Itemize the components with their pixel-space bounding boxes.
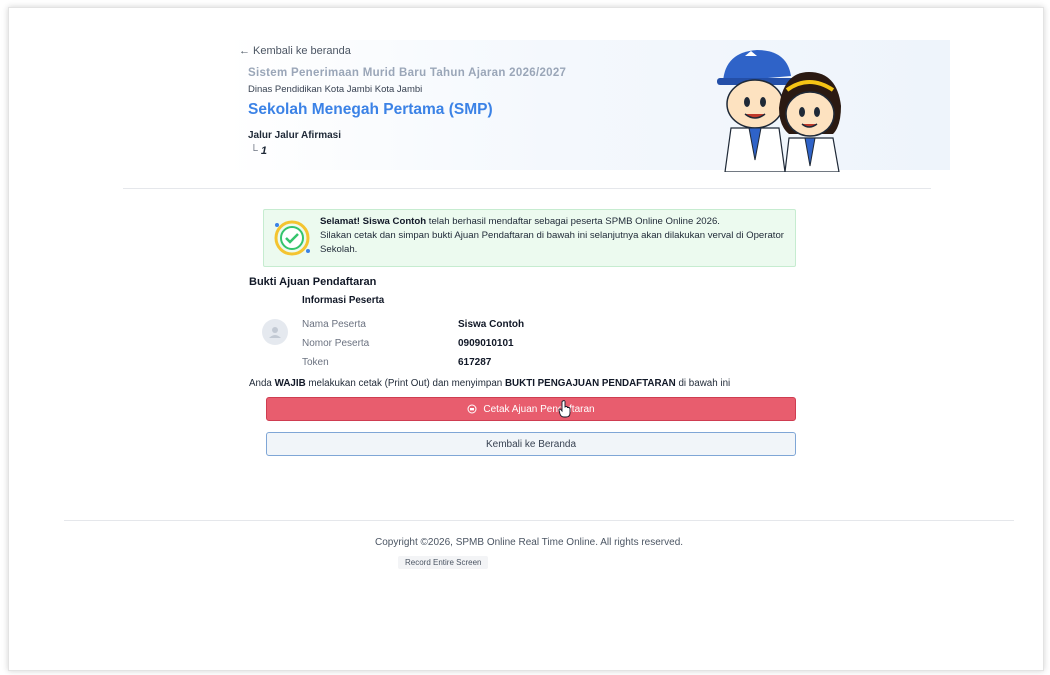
bukti-section-title: Bukti Ajuan Pendaftaran bbox=[249, 276, 377, 288]
print-icon bbox=[467, 404, 477, 414]
header-divider bbox=[123, 188, 931, 189]
notice-wajib: WAJIB bbox=[274, 378, 306, 389]
page-title: Sekolah Menegah Pertama (SMP) bbox=[248, 101, 493, 118]
check-circle-icon bbox=[274, 220, 310, 256]
student-mascot-illustration bbox=[717, 50, 841, 172]
nama-peserta-label: Nama Peserta bbox=[302, 319, 366, 330]
print-ajuan-button[interactable]: Cetak Ajuan Pendaftaran bbox=[266, 397, 796, 421]
nomor-peserta-label: Nomor Peserta bbox=[302, 338, 370, 349]
nomor-peserta-value: 0909010101 bbox=[458, 338, 514, 349]
info-peserta-title: Informasi Peserta bbox=[302, 295, 385, 306]
jalur-tree-item: └ 1 bbox=[250, 145, 267, 157]
alert-message: Selamat! Siswa Contoh telah berhasil men… bbox=[320, 215, 790, 257]
jalur-label: Jalur Jalur Afirmasi bbox=[248, 130, 342, 141]
footer-divider bbox=[64, 520, 1014, 521]
token-label: Token bbox=[302, 357, 329, 368]
notice-bukti: BUKTI PENGAJUAN PENDAFTARAN bbox=[504, 378, 676, 389]
token-value: 617287 bbox=[458, 357, 492, 368]
success-alert: Selamat! Siswa Contoh telah berhasil men… bbox=[263, 209, 796, 267]
dinas-label: Dinas Pendidikan Kota Jambi Kota Jambi bbox=[248, 84, 423, 95]
alert-student-name: Siswa Contoh bbox=[362, 216, 427, 227]
alert-line1: telah berhasil mendaftar sebagai peserta… bbox=[428, 216, 720, 227]
user-avatar-icon bbox=[262, 319, 288, 345]
print-button-label: Cetak Ajuan Pendaftaran bbox=[483, 403, 595, 415]
hand-cursor-icon bbox=[558, 400, 571, 418]
nama-peserta-value: Siswa Contoh bbox=[458, 319, 525, 330]
tree-prefix: └ bbox=[250, 145, 261, 157]
back-to-home-link[interactable]: ← Kembali ke beranda bbox=[239, 45, 351, 57]
footer-copyright: Copyright ©2026, SPMB Online Real Time O… bbox=[374, 537, 684, 548]
notice-mid: melakukan cetak (Print Out) dan menyimpa… bbox=[308, 378, 503, 389]
print-notice: Anda WAJIB melakukan cetak (Print Out) d… bbox=[249, 378, 730, 389]
tree-value: 1 bbox=[260, 145, 267, 157]
notice-pre: Anda bbox=[249, 378, 272, 389]
alert-line2: Silakan cetak dan simpan bukti Ajuan Pen… bbox=[320, 230, 784, 255]
page-subtitle: Sistem Penerimaan Murid Baru Tahun Ajara… bbox=[248, 67, 567, 79]
alert-lead: Selamat! bbox=[320, 216, 360, 227]
back-to-beranda-button[interactable]: Kembali ke Beranda bbox=[266, 432, 796, 456]
notice-post: di bawah ini bbox=[678, 378, 731, 389]
record-screen-chip[interactable]: Record Entire Screen bbox=[398, 556, 489, 569]
